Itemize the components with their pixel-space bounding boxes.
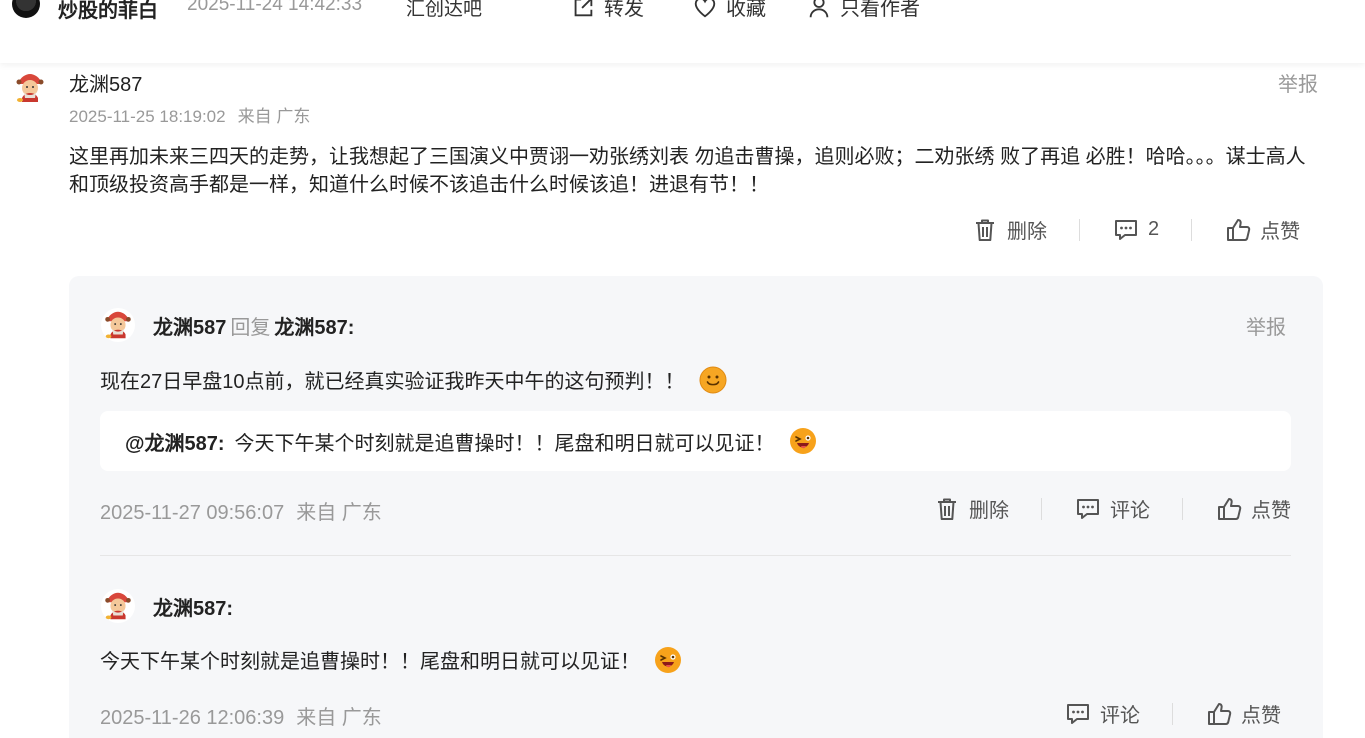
- reply-like-button[interactable]: 点赞: [1205, 699, 1281, 728]
- comment-replies-button[interactable]: 2: [1112, 216, 1159, 244]
- reply-text: 现在27日早盘10点前，就已经真实验证我昨天中午的这句预判！！: [100, 371, 685, 393]
- thumbs-up-icon: [1215, 495, 1243, 523]
- action-separator: [1041, 497, 1042, 520]
- comment-avatar[interactable]: [12, 70, 48, 106]
- reply-username[interactable]: 龙渊587:: [153, 598, 233, 620]
- author-only-label: 只看作者: [840, 0, 920, 20]
- comment-username[interactable]: 龙渊587: [69, 68, 142, 97]
- quoted-reply: @龙渊587: 今天下午某个时刻就是追曹操时！！尾盘和明日就可以见证！: [100, 411, 1291, 471]
- reply-time: 2025-11-26 12:06:39: [100, 707, 285, 729]
- trash-icon: [933, 495, 961, 523]
- comment-icon: [1112, 216, 1140, 244]
- favorite-button[interactable]: 收藏: [692, 0, 766, 21]
- post-author-avatar[interactable]: [12, 0, 40, 18]
- like-label: 点赞: [1260, 221, 1301, 243]
- delete-label: 删除: [1007, 221, 1047, 243]
- reply-header: 龙渊587 回复 龙渊587:: [153, 311, 354, 340]
- author-only-button[interactable]: 只看作者: [806, 0, 920, 21]
- heart-icon: [692, 0, 718, 20]
- reply-username[interactable]: 龙渊587: [153, 317, 226, 339]
- action-separator: [1079, 218, 1080, 241]
- reply-divider: [100, 555, 1291, 556]
- sticky-post-header: 炒股的菲白 2025-11-24 14:42:33 汇创达吧 转发 收藏 只看作…: [0, 0, 1365, 63]
- action-separator: [1172, 702, 1173, 725]
- reply-location: 来自 广东: [296, 707, 382, 729]
- comment-time: 2025-11-25 18:19:02: [69, 107, 226, 126]
- reply-comment-button[interactable]: 评论: [1064, 699, 1140, 728]
- share-icon: [570, 0, 596, 20]
- post-forum-link[interactable]: 汇创达吧: [406, 0, 482, 21]
- reply-avatar[interactable]: [101, 589, 135, 623]
- comment-label: 评论: [1100, 705, 1140, 727]
- reply-actions: 评论 点赞: [1064, 699, 1281, 728]
- reply-location: 来自 广东: [296, 502, 382, 524]
- comment-delete-button[interactable]: 删除: [971, 215, 1047, 244]
- like-label: 点赞: [1251, 500, 1291, 522]
- reply-actions: 删除 评论 点赞: [933, 494, 1291, 523]
- reply-text: 今天下午某个时刻就是追曹操时！！尾盘和明日就可以见证！: [100, 651, 640, 673]
- reply-report-link[interactable]: 举报: [1246, 311, 1286, 340]
- share-button[interactable]: 转发: [570, 0, 644, 21]
- like-label: 点赞: [1241, 705, 1281, 727]
- reply-time: 2025-11-27 09:56:07: [100, 502, 285, 524]
- quote-username[interactable]: @龙渊587:: [125, 427, 225, 456]
- post-author-name[interactable]: 炒股的菲白: [58, 0, 158, 23]
- trash-icon: [971, 216, 999, 244]
- delete-label: 删除: [969, 500, 1009, 522]
- thumbs-up-icon: [1224, 216, 1252, 244]
- reply-header: 龙渊587:: [153, 592, 233, 621]
- reply-meta: 2025-11-27 09:56:07 来自 广东: [100, 496, 382, 525]
- wink-emoji-icon: [654, 646, 682, 674]
- comment-report-link[interactable]: 举报: [1278, 68, 1318, 97]
- wink-emoji-icon: [789, 427, 817, 455]
- action-separator: [1182, 497, 1183, 520]
- comment-icon: [1074, 495, 1102, 523]
- reply-delete-button[interactable]: 删除: [933, 494, 1009, 523]
- comment-label: 评论: [1110, 500, 1150, 522]
- comment-actions: 删除 2 点赞: [971, 215, 1300, 244]
- comment-location: 来自 广东: [237, 107, 311, 126]
- reply-target-username[interactable]: 龙渊587:: [274, 317, 354, 339]
- favorite-label: 收藏: [726, 0, 766, 20]
- reply-text-row: 现在27日早盘10点前，就已经真实验证我昨天中午的这句预判！！: [100, 365, 727, 394]
- action-separator: [1191, 218, 1193, 241]
- reply-word: 回复: [230, 317, 271, 339]
- reply-count: 2: [1148, 218, 1160, 240]
- quote-text: 今天下午某个时刻就是追曹操时！！尾盘和明日就可以见证！: [234, 432, 775, 455]
- comment-meta: 2025-11-25 18:19:02 来自 广东: [69, 102, 310, 127]
- comment-text: 这里再加未来三四天的走势，让我想起了三国演义中贾诩一劝张绣刘表 勿追击曹操，追则…: [69, 146, 1306, 196]
- reply-like-button[interactable]: 点赞: [1215, 494, 1291, 523]
- user-icon: [806, 0, 832, 20]
- post-time: 2025-11-24 14:42:33: [187, 0, 363, 15]
- smile-emoji-icon: [699, 366, 727, 394]
- reply-text-row: 今天下午某个时刻就是追曹操时！！尾盘和明日就可以见证！: [100, 645, 682, 674]
- comment-like-button[interactable]: 点赞: [1224, 215, 1300, 244]
- reply-comment-button[interactable]: 评论: [1074, 494, 1150, 523]
- comment-icon: [1064, 700, 1092, 728]
- reply-meta: 2025-11-26 12:06:39 来自 广东: [100, 701, 382, 730]
- thumbs-up-icon: [1205, 700, 1233, 728]
- share-label: 转发: [604, 0, 644, 20]
- reply-avatar[interactable]: [101, 308, 135, 342]
